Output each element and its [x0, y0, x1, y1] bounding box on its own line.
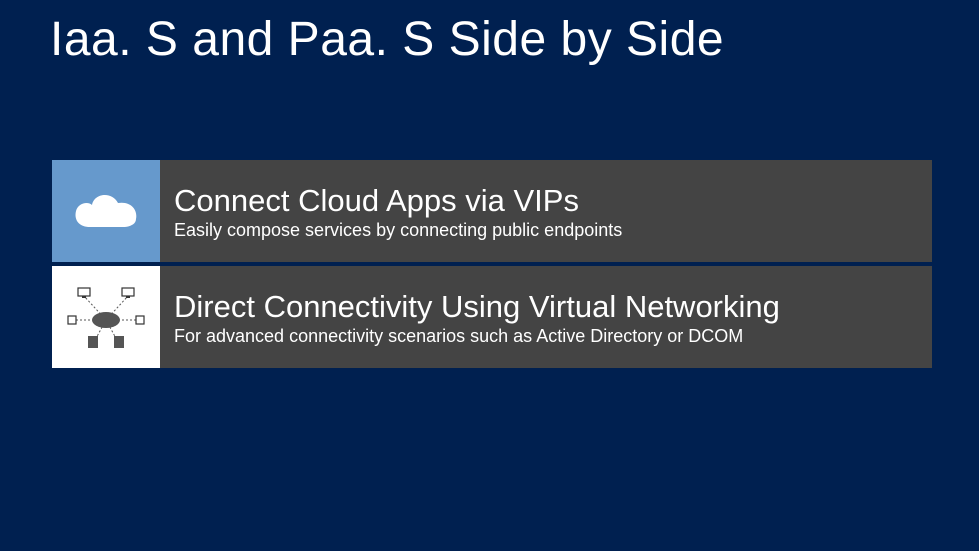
content-rows: Connect Cloud Apps via VIPs Easily compo…: [52, 160, 932, 372]
row-heading: Connect Cloud Apps via VIPs: [174, 183, 918, 219]
text-cell-cloud: Connect Cloud Apps via VIPs Easily compo…: [160, 160, 932, 262]
page-title: Iaa. S and Paa. S Side by Side: [50, 12, 724, 67]
network-icon: [66, 282, 146, 352]
icon-cell-cloud: [52, 160, 160, 262]
row-subtext: Easily compose services by connecting pu…: [174, 220, 918, 241]
row-subtext: For advanced connectivity scenarios such…: [174, 326, 918, 347]
row-network: Direct Connectivity Using Virtual Networ…: [52, 266, 932, 368]
icon-cell-network: [52, 266, 160, 368]
text-cell-network: Direct Connectivity Using Virtual Networ…: [160, 266, 932, 368]
slide: Iaa. S and Paa. S Side by Side Connect C…: [0, 0, 979, 551]
row-cloud: Connect Cloud Apps via VIPs Easily compo…: [52, 160, 932, 262]
cloud-icon: [70, 187, 142, 235]
row-heading: Direct Connectivity Using Virtual Networ…: [174, 289, 918, 325]
